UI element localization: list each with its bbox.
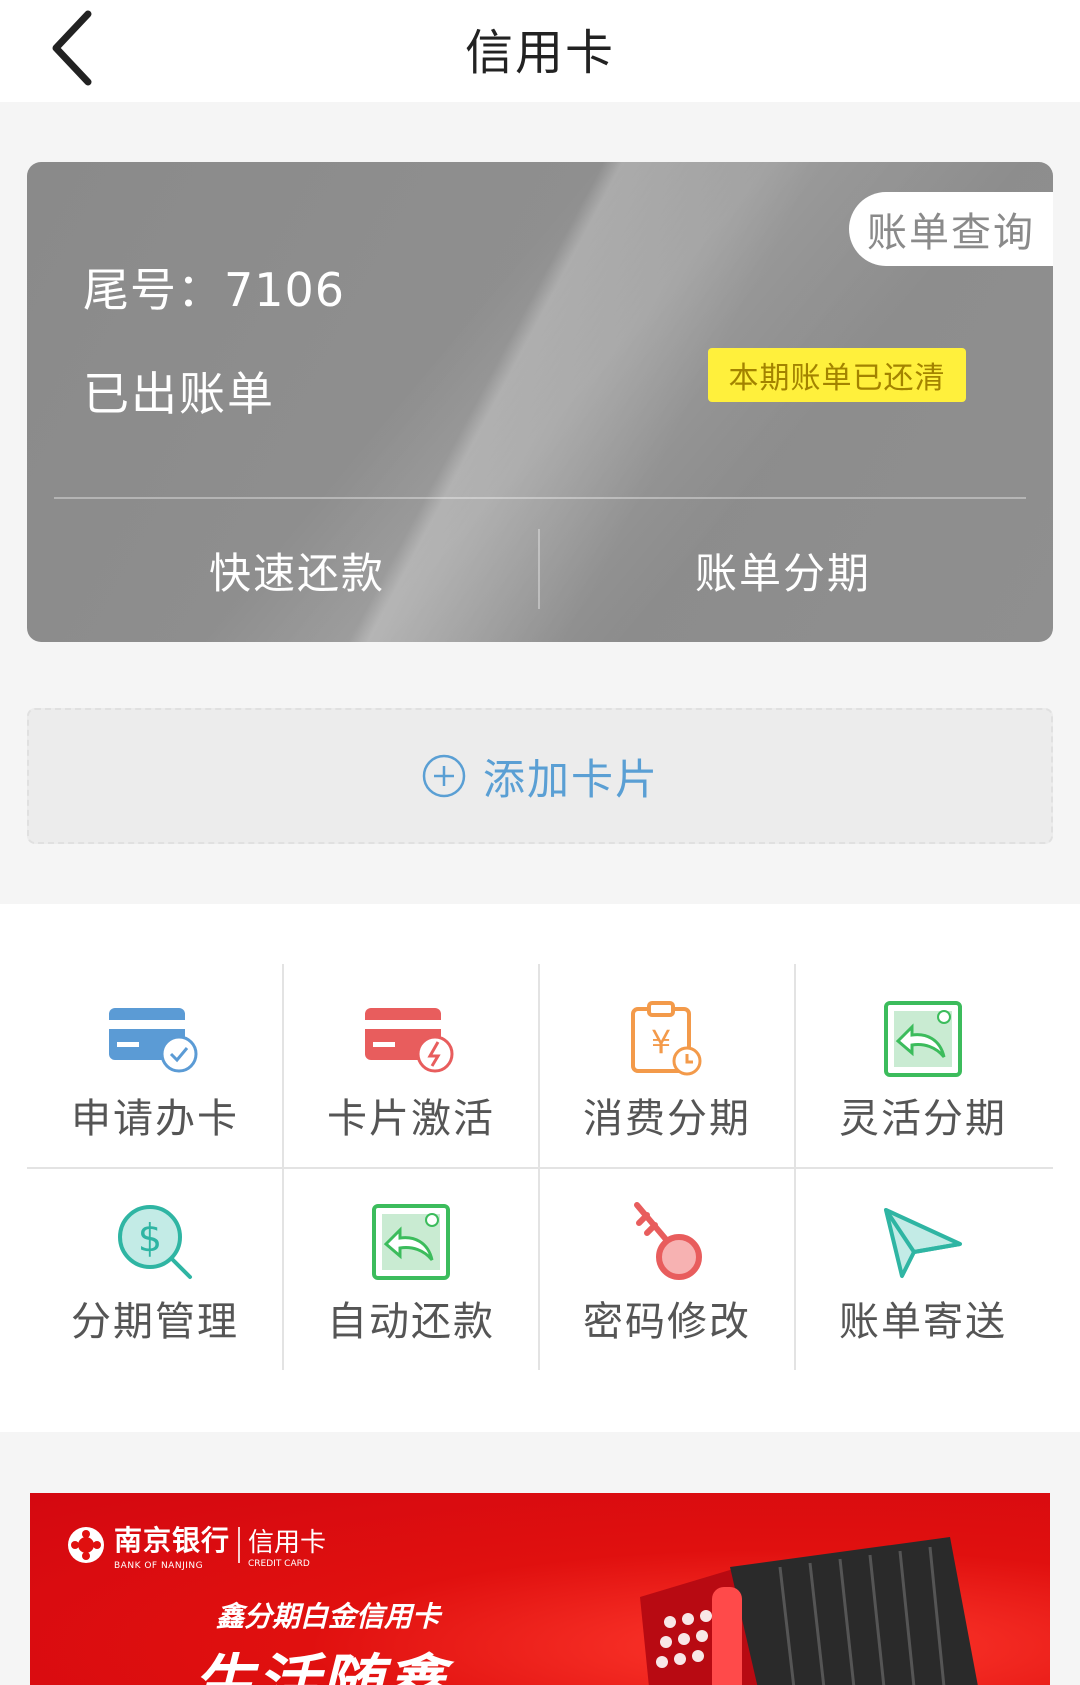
card-check-icon (109, 1008, 198, 1073)
bank-logo: 南京银行 BANK OF NANJING 信用卡 CREDIT CARD (66, 1519, 326, 1571)
bill-paid-badge: 本期账单已还清 (708, 348, 966, 402)
credit-card-label: 信用卡 (248, 1527, 327, 1558)
services-section: 申请办卡 卡片激活 ¥ 消费分期 灵活分期 $ 分期管理 自动还款 密码修改 账… (0, 904, 1080, 1432)
page-title: 信用卡 (464, 25, 615, 81)
card-divider (54, 497, 1026, 499)
top-bar: 信用卡 (0, 0, 1080, 102)
bank-name-block: 南京银行 BANK OF NANJING (114, 1519, 230, 1571)
svg-text:¥: ¥ (651, 1023, 671, 1061)
card-tail-number: 尾号：7106 (83, 263, 346, 317)
service-label: 自动还款 (327, 1299, 495, 1345)
service-label: 灵活分期 (839, 1096, 1007, 1142)
services-grid: 申请办卡 卡片激活 ¥ 消费分期 灵活分期 $ 分期管理 自动还款 密码修改 账… (27, 964, 1053, 1370)
bank-name: 南京银行 (114, 1524, 231, 1557)
service-change-password[interactable]: 密码修改 (539, 1167, 795, 1370)
bill-status: 已出账单 (83, 367, 275, 421)
credit-card-panel[interactable]: 账单查询 尾号：7106 已出账单 本期账单已还清 快速还款 账单分期 (27, 162, 1053, 642)
service-label: 密码修改 (583, 1299, 751, 1345)
banner-title: 生活随鑫 (192, 1647, 449, 1685)
card-bolt-icon (365, 1008, 454, 1073)
service-label: 分期管理 (71, 1299, 239, 1345)
plus-circle-icon (422, 754, 466, 798)
banner-subtitle: 鑫分期白金信用卡 (216, 1600, 441, 1633)
return-arrow-icon (372, 1204, 450, 1280)
add-card-label: 添加卡片 (482, 754, 659, 804)
bank-name-en: BANK OF NANJING (114, 1561, 204, 1571)
add-card-button[interactable]: 添加卡片 (27, 708, 1053, 844)
bank-logo-icon (68, 1527, 104, 1563)
service-label: 账单寄送 (839, 1299, 1007, 1345)
promo-banner[interactable]: 南京银行 BANK OF NANJING 信用卡 CREDIT CARD 鑫分期… (30, 1493, 1050, 1685)
accordion-illustration (640, 1537, 978, 1685)
service-auto-repayment[interactable]: 自动还款 (283, 1167, 539, 1370)
bill-installment-button[interactable]: 账单分期 (540, 507, 1026, 633)
yuan-clipboard-icon: ¥ (631, 1001, 702, 1076)
key-icon (634, 1202, 702, 1280)
service-label: 卡片激活 (327, 1096, 495, 1142)
service-apply-card[interactable]: 申请办卡 (27, 964, 283, 1167)
card-label-block: 信用卡 CREDIT CARD (248, 1522, 326, 1569)
svg-text:$: $ (138, 1216, 162, 1260)
service-label: 申请办卡 (71, 1096, 239, 1142)
service-installment-management[interactable]: $ 分期管理 (27, 1167, 283, 1370)
logo-separator (238, 1527, 241, 1563)
service-label: 消费分期 (583, 1096, 751, 1142)
service-bill-delivery[interactable]: 账单寄送 (795, 1167, 1051, 1370)
service-flexible-installment[interactable]: 灵活分期 (795, 964, 1051, 1167)
bill-query-button[interactable]: 账单查询 (849, 192, 1053, 266)
quick-repay-button[interactable]: 快速还款 (54, 507, 540, 633)
paper-plane-icon (884, 1208, 962, 1278)
dollar-search-icon: $ (118, 1205, 192, 1279)
service-consumer-installment[interactable]: ¥ 消费分期 (539, 964, 795, 1167)
return-arrow-icon (884, 1001, 962, 1077)
service-card-activation[interactable]: 卡片激活 (283, 964, 539, 1167)
credit-card-label-en: CREDIT CARD (248, 1558, 310, 1569)
